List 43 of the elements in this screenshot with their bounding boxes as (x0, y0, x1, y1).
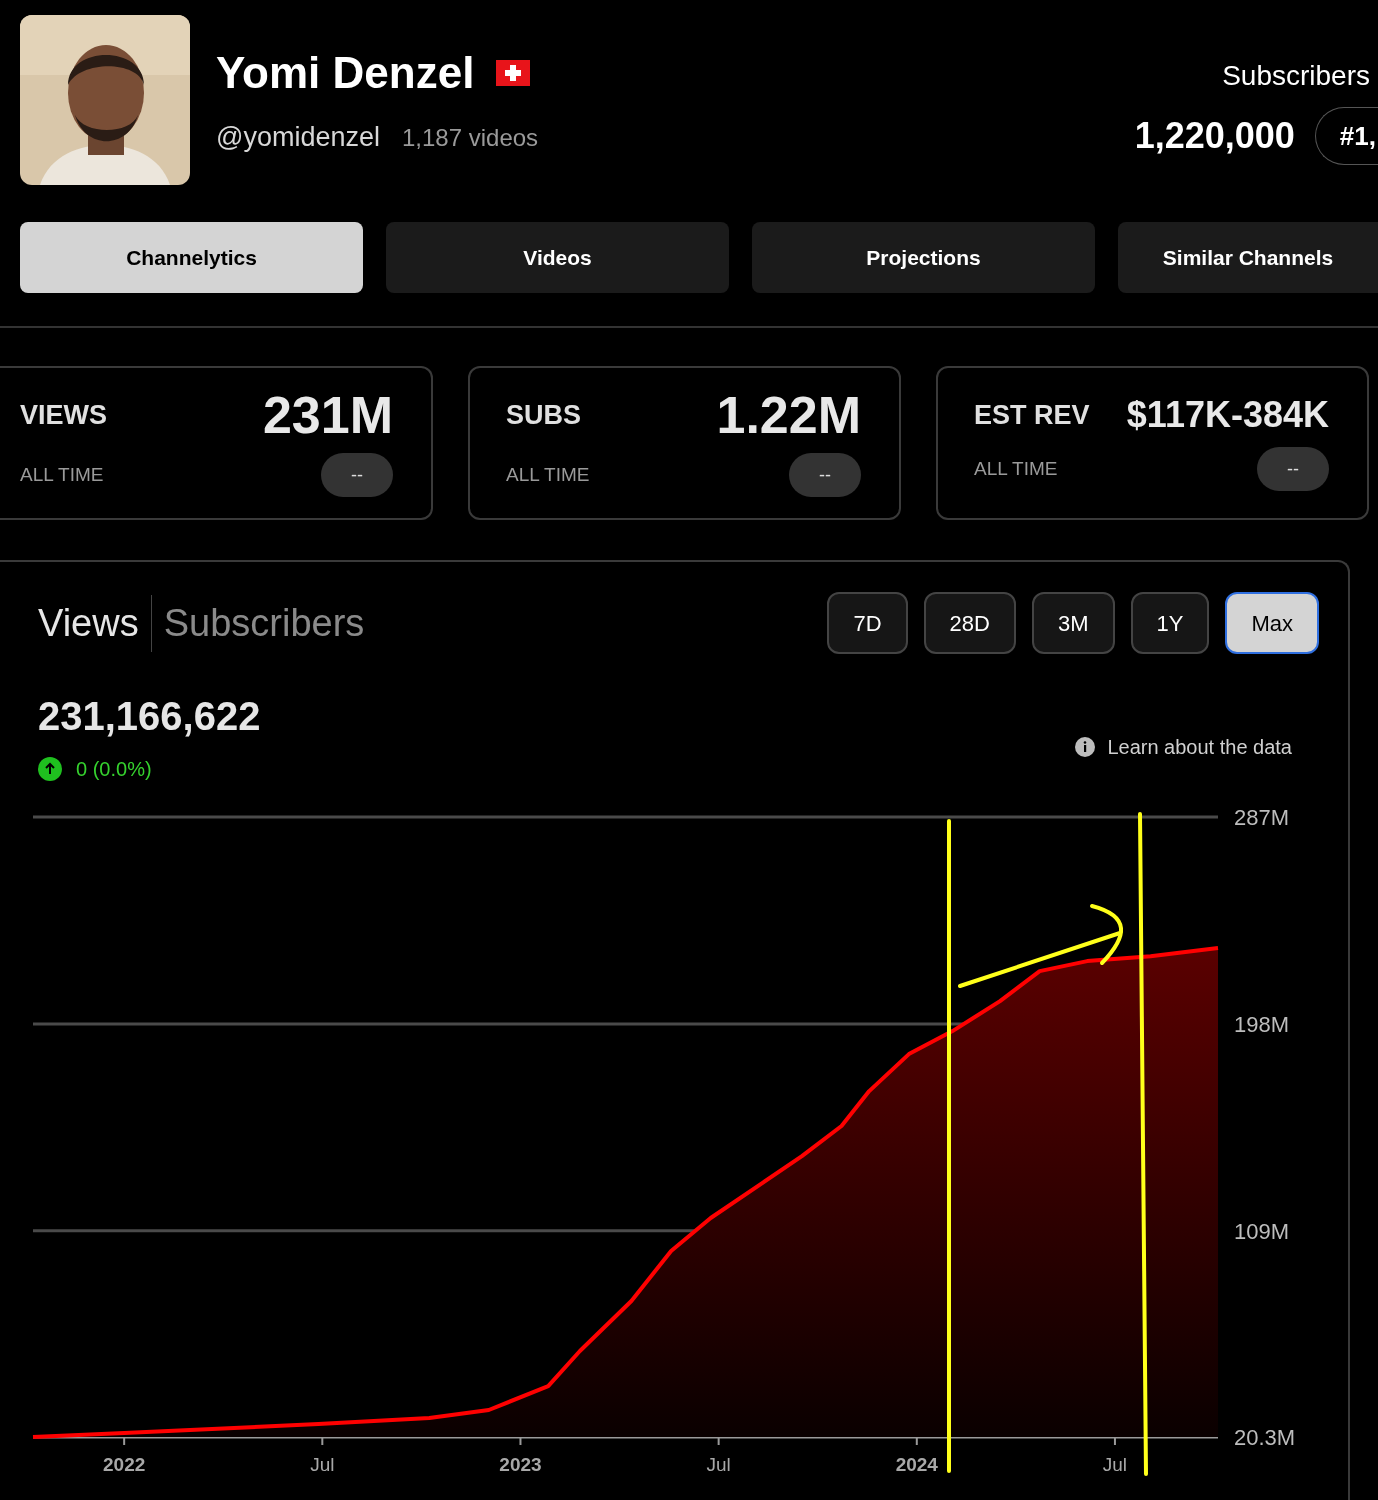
change-badge: -- (321, 453, 393, 497)
subscribers-label: Subscribers (1222, 59, 1370, 93)
change-badge: -- (1257, 447, 1329, 492)
stat-period: ALL TIME (20, 462, 104, 487)
flag-icon (496, 60, 531, 86)
range-button[interactable]: 1Y (1130, 592, 1210, 654)
nav-tab[interactable]: Videos (386, 222, 729, 293)
video-count: 1,187 videos (402, 123, 539, 153)
channel-name: Yomi Denzel (216, 51, 475, 95)
learn-link[interactable]: Learn about the data (1075, 732, 1292, 762)
y-axis-label: 109M (1234, 1218, 1290, 1244)
nav-tab[interactable]: Similar Channels (1118, 222, 1378, 293)
stat-value: 231M (262, 389, 393, 441)
x-axis-label: Jul (1102, 1453, 1128, 1475)
nav-tab[interactable]: Channelytics (20, 222, 363, 293)
subscriber-count: 1,220,000 (1134, 114, 1295, 158)
channel-handle: @yomidenzel (216, 121, 380, 154)
x-axis-label: 2023 (499, 1453, 542, 1475)
total-views: 231,166,622 (38, 696, 261, 736)
stat-period: ALL TIME (974, 457, 1058, 481)
y-axis-label: 287M (1234, 805, 1290, 830)
x-axis-label: Jul (310, 1453, 335, 1475)
y-axis-label: 20.3M (1234, 1425, 1296, 1450)
nav-tab[interactable]: Projections (752, 222, 1095, 293)
x-axis-label: 2024 (895, 1453, 938, 1475)
stat-period: ALL TIME (506, 462, 590, 487)
range-button[interactable]: Max (1225, 592, 1319, 654)
stat-value: 1.22M (716, 389, 861, 441)
stat-label: SUBS (506, 398, 581, 432)
metric-tab[interactable]: Subscribers (150, 594, 377, 652)
change-badge: -- (789, 453, 861, 497)
y-axis-label: 198M (1234, 1011, 1290, 1037)
x-axis-label: Jul (706, 1453, 731, 1475)
stat-label: EST REV (974, 398, 1090, 432)
change-text: 0 (0.0%) (76, 757, 152, 782)
stat-label: VIEWS (20, 398, 107, 432)
metric-tab[interactable]: Views (38, 594, 151, 652)
range-button[interactable]: 7D (827, 592, 908, 654)
stat-value: $117K-384K (1126, 397, 1329, 433)
range-button[interactable]: 3M (1031, 592, 1115, 654)
x-axis-label: 2022 (103, 1453, 146, 1475)
info-icon (1075, 737, 1096, 757)
range-button[interactable]: 28D (923, 592, 1016, 654)
